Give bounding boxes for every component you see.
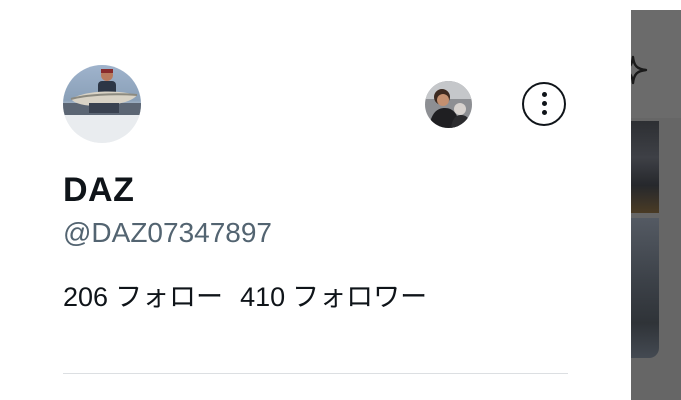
switch-account-avatar[interactable] [425, 81, 472, 128]
follow-stats: 206 フォロー 410 フォロワー [63, 280, 427, 314]
more-options-button[interactable] [522, 82, 566, 126]
followers-count: 410 [240, 282, 286, 312]
backdrop-header [631, 10, 681, 118]
followers-link[interactable]: 410 フォロワー [240, 280, 427, 314]
following-label: フォロー [115, 282, 224, 312]
more-vertical-icon [541, 110, 547, 115]
more-vertical-icon [541, 101, 547, 106]
profile-avatar-image [63, 65, 141, 143]
divider [63, 373, 568, 374]
more-vertical-icon [541, 92, 547, 97]
secondary-account-avatar-image [425, 81, 472, 128]
sparkle-icon [631, 55, 648, 85]
background-overlay[interactable] [631, 0, 681, 400]
profile-display-name[interactable]: DAZ [63, 170, 134, 210]
backdrop-top-strip [631, 0, 681, 10]
followers-label: フォロワー [292, 282, 428, 312]
following-count: 206 [63, 282, 109, 312]
app-root: DAZ @DAZ07347897 206 フォロー 410 フォロワー [0, 0, 681, 400]
backdrop-image-thumbnail [631, 121, 659, 213]
backdrop-image-thumbnail [631, 218, 659, 358]
backdrop-fill [659, 121, 681, 400]
following-link[interactable]: 206 フォロー [63, 280, 223, 314]
navigation-drawer: DAZ @DAZ07347897 206 フォロー 410 フォロワー [0, 0, 631, 400]
profile-handle[interactable]: @DAZ07347897 [63, 216, 272, 250]
profile-avatar[interactable] [63, 65, 141, 143]
